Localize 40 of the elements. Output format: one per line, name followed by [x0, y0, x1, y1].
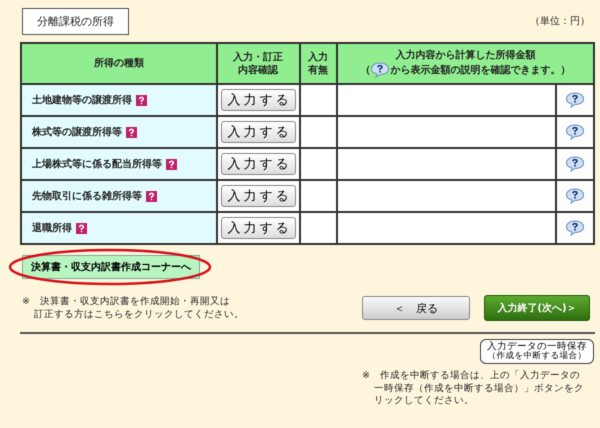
help-bubble-icon[interactable]	[565, 124, 585, 140]
income-type-label: 上場株式等に係る配当所得等	[32, 159, 162, 170]
input-button[interactable]: 入力する	[220, 121, 296, 143]
header-text: 内容確認	[238, 64, 278, 76]
next-button[interactable]: 入力終了(次へ)＞	[484, 295, 590, 322]
input-button[interactable]: 入力する	[220, 185, 296, 207]
header-text: 有無	[308, 64, 328, 76]
input-button[interactable]: 入力する	[220, 217, 296, 239]
save-note-line: 一時保存（作成を中断する場合）」ボタンをク	[374, 382, 584, 396]
header-text: 所得の種類	[94, 57, 144, 70]
save-note-line: ※ 作成を中断する場合は、上の「入力データの	[362, 370, 580, 383]
input-button[interactable]: 入力する	[220, 153, 296, 175]
corner-note-line: ※ 決算書・収支内訳書を作成開始・再開又は	[22, 295, 230, 308]
back-button[interactable]: ＜ 戻る	[362, 296, 470, 320]
section-title: 分離課税の所得	[22, 8, 129, 34]
help-icon[interactable]	[136, 94, 147, 106]
income-type-label: 土地建物等の譲渡所得	[32, 95, 132, 106]
corner-note-line: 訂正する方はこちらをクリックしてください。	[34, 308, 244, 322]
input-button[interactable]: 入力する	[220, 89, 296, 111]
help-bubble-icon[interactable]	[370, 62, 390, 78]
help-icon[interactable]	[76, 222, 87, 234]
help-icon[interactable]	[166, 158, 177, 170]
header-text: 入力・訂正	[233, 50, 284, 64]
help-icon[interactable]	[126, 126, 137, 138]
help-icon[interactable]	[146, 190, 157, 202]
help-bubble-icon[interactable]	[565, 220, 585, 236]
save-note-line: リックしてください。	[374, 395, 474, 408]
help-bubble-icon[interactable]	[565, 188, 585, 204]
header-text: から表示金額の説明を確認できます。）	[390, 64, 570, 76]
help-bubble-icon[interactable]	[565, 156, 585, 172]
income-type-label: 先物取引に係る雑所得等	[32, 191, 142, 202]
income-type-label: 退職所得	[32, 223, 72, 234]
unit-label: （単位：円）	[530, 15, 590, 28]
header-text: （	[360, 64, 370, 76]
header-text: 入力	[308, 50, 328, 64]
help-bubble-icon[interactable]	[565, 92, 585, 108]
corner-button[interactable]: 決算書・収支内訳書作成コーナーへ	[22, 255, 200, 279]
save-button[interactable]: 入力データの一時保存 （作成を中断する場合）	[480, 338, 594, 364]
income-type-label: 株式等の譲渡所得等	[32, 127, 122, 138]
header-text: 入力内容から計算した所得金額	[395, 49, 536, 62]
